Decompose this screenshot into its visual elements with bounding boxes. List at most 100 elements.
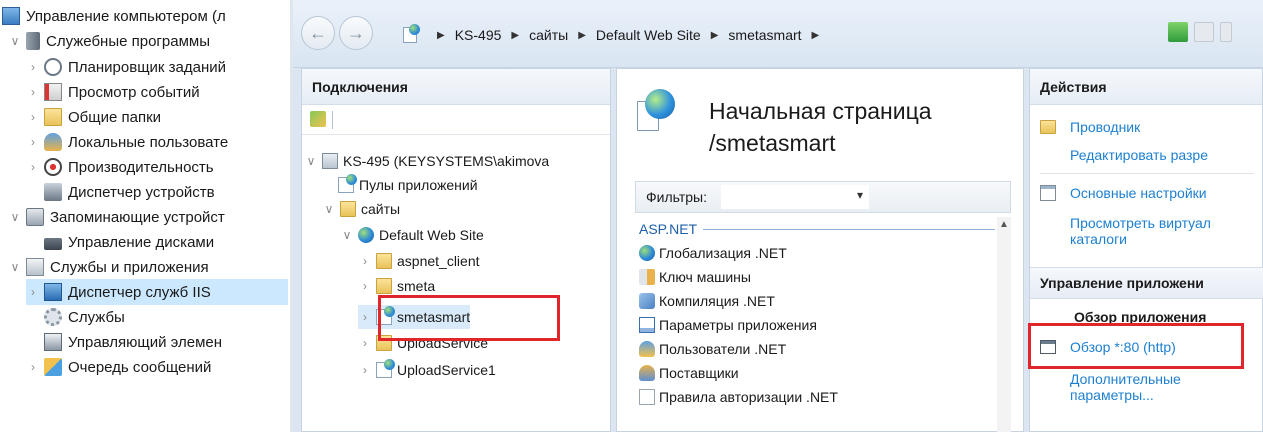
actions-header: Действия — [1030, 69, 1262, 105]
wmi-control-icon — [44, 333, 62, 351]
tree-node-server[interactable]: ∨ KS-495 (KEYSYSTEMS\akimova — [304, 149, 549, 173]
breadcrumb-item[interactable]: smetasmart — [728, 27, 801, 43]
home-icon[interactable] — [1220, 22, 1232, 42]
computer-management-icon — [2, 7, 20, 25]
server-icon — [322, 153, 338, 169]
filter-label: Фильтры: — [646, 189, 707, 205]
tree-node-default-web-site[interactable]: ∨ Default Web Site — [340, 223, 484, 247]
tree-item-message-queue[interactable]: › Очередь сообщений — [26, 354, 211, 380]
action-explore[interactable]: Проводник — [1040, 115, 1140, 139]
breadcrumb-item[interactable]: Default Web Site — [596, 27, 701, 43]
settings-icon — [1040, 185, 1056, 201]
toolbar-icons — [1168, 22, 1232, 42]
back-button[interactable]: ← — [301, 16, 335, 50]
actions-divider — [1040, 173, 1254, 174]
tree-item-services-apps[interactable]: ∨ Службы и приложения — [8, 254, 209, 280]
forward-button[interactable]: → — [339, 16, 373, 50]
tree-item-system-tools[interactable]: ∨ Служебные программы — [8, 28, 210, 54]
tree-item-task-scheduler[interactable]: › Планировщик заданий — [26, 54, 226, 80]
vertical-scrollbar[interactable]: ▲ — [997, 217, 1011, 432]
group-header[interactable]: ASP.NET — [635, 217, 1011, 241]
compilation-icon — [639, 293, 655, 309]
chevron-right-icon[interactable]: › — [358, 363, 372, 377]
chevron-right-icon[interactable]: › — [26, 135, 40, 149]
chevron-right-icon[interactable]: › — [358, 254, 372, 268]
tree-item-wmi-control[interactable]: Управляющий элемен — [44, 329, 222, 355]
chevron-down-icon[interactable]: ∨ — [304, 154, 318, 168]
breadcrumb-separator-icon: ▶ — [578, 29, 586, 41]
breadcrumb-item[interactable]: KS-495 — [455, 27, 502, 43]
tree-item-shared-folders[interactable]: › Общие папки — [26, 104, 161, 130]
action-basic-settings[interactable]: Основные настройки — [1040, 181, 1207, 205]
highlight-box — [378, 295, 560, 341]
tree-item-device-manager[interactable]: Диспетчер устройств — [44, 179, 215, 205]
page-title: Начальная страница /smetasmart — [709, 98, 932, 156]
chevron-right-icon[interactable]: › — [26, 85, 40, 99]
users-icon — [639, 341, 655, 357]
chevron-right-icon[interactable]: › — [358, 279, 372, 293]
filter-dropdown[interactable] — [720, 185, 869, 209]
iis-manager-icon — [44, 283, 62, 301]
scroll-up-icon[interactable]: ▲ — [999, 219, 1009, 230]
chevron-down-icon[interactable]: ∨ — [8, 210, 22, 224]
tree-item-local-users[interactable]: › Локальные пользовате — [26, 129, 228, 155]
tree-item-services[interactable]: Службы — [44, 304, 125, 330]
connections-pane: Подключения ∨ KS-495 (KEYSYSTEMS\akimova… — [301, 68, 611, 432]
key-icon — [639, 269, 655, 285]
web-app-large-icon — [637, 89, 677, 135]
chevron-right-icon[interactable]: › — [26, 360, 40, 374]
tree-item-computer-management[interactable]: Управление компьютером (л — [2, 3, 226, 29]
tree-item-event-viewer[interactable]: › Просмотр событий — [26, 79, 200, 105]
chevron-right-icon[interactable]: › — [26, 160, 40, 174]
chevron-right-icon[interactable]: › — [358, 336, 372, 350]
performance-icon — [44, 158, 62, 176]
sites-folder-icon — [340, 201, 356, 217]
chevron-down-icon[interactable]: ∨ — [8, 34, 22, 48]
actions-pane: Действия Проводник Редактировать разре О… — [1028, 68, 1263, 432]
tree-item-performance[interactable]: › Производительность — [26, 154, 214, 180]
connect-icon[interactable] — [310, 111, 326, 127]
chevron-right-icon[interactable]: › — [26, 110, 40, 124]
refresh-icon[interactable] — [1168, 22, 1188, 42]
tree-node-aspnet-client[interactable]: › aspnet_client — [358, 249, 480, 273]
feature-globalization[interactable]: Глобализация .NET — [635, 241, 1011, 265]
action-advanced-settings[interactable]: Дополнительные параметры... — [1070, 367, 1181, 407]
disk-management-icon — [44, 238, 62, 250]
manage-app-section[interactable]: Управление приложени — [1030, 267, 1263, 299]
providers-icon — [639, 365, 655, 381]
tree-item-storage[interactable]: ∨ Запоминающие устройст — [8, 204, 225, 230]
tree-node-sites[interactable]: ∨ сайты — [322, 197, 400, 221]
feature-compilation[interactable]: Компиляция .NET — [635, 289, 1011, 313]
chevron-right-icon[interactable]: › — [26, 285, 40, 299]
tree-item-disk-management[interactable]: Управление дисками — [44, 229, 214, 255]
device-manager-icon — [44, 183, 62, 201]
chevron-right-icon[interactable]: › — [358, 310, 372, 324]
clock-icon — [44, 58, 62, 76]
authorization-icon — [639, 389, 655, 405]
stop-icon[interactable] — [1194, 22, 1214, 42]
breadcrumb[interactable]: ▶ KS-495 ▶ сайты ▶ Default Web Site ▶ sm… — [403, 22, 1043, 48]
tree-node-upload-service1[interactable]: › UploadService1 — [358, 358, 496, 382]
chevron-right-icon[interactable]: › — [26, 60, 40, 74]
action-view-virtual-dirs[interactable]: Просмотреть виртуал каталоги — [1070, 211, 1211, 251]
chevron-down-icon[interactable]: ∨ — [340, 228, 354, 242]
breadcrumb-separator-icon: ▶ — [437, 29, 445, 41]
tree-node-app-pools[interactable]: Пулы приложений — [338, 173, 478, 197]
content-pane: Начальная страница /smetasmart Фильтры: … — [616, 68, 1024, 432]
tree-item-iis-manager[interactable]: › Диспетчер служб IIS — [26, 279, 288, 305]
feature-providers[interactable]: Поставщики — [635, 361, 1011, 385]
globe-icon — [358, 227, 374, 243]
action-edit-permissions[interactable]: Редактировать разре — [1070, 143, 1208, 167]
message-queue-icon — [44, 358, 62, 376]
breadcrumb-item[interactable]: сайты — [529, 27, 568, 43]
feature-app-settings[interactable]: Параметры приложения — [635, 313, 1011, 337]
feature-machine-key[interactable]: Ключ машины — [635, 265, 1011, 289]
folder-icon — [376, 278, 392, 294]
toolbar-divider — [332, 111, 333, 129]
app-settings-icon — [639, 317, 655, 333]
chevron-down-icon[interactable]: ∨ — [8, 260, 22, 274]
explore-folder-icon — [1040, 120, 1056, 134]
chevron-down-icon[interactable]: ∨ — [322, 202, 336, 216]
feature-authorization-rules[interactable]: Правила авторизации .NET — [635, 385, 1011, 409]
feature-net-users[interactable]: Пользователи .NET — [635, 337, 1011, 361]
